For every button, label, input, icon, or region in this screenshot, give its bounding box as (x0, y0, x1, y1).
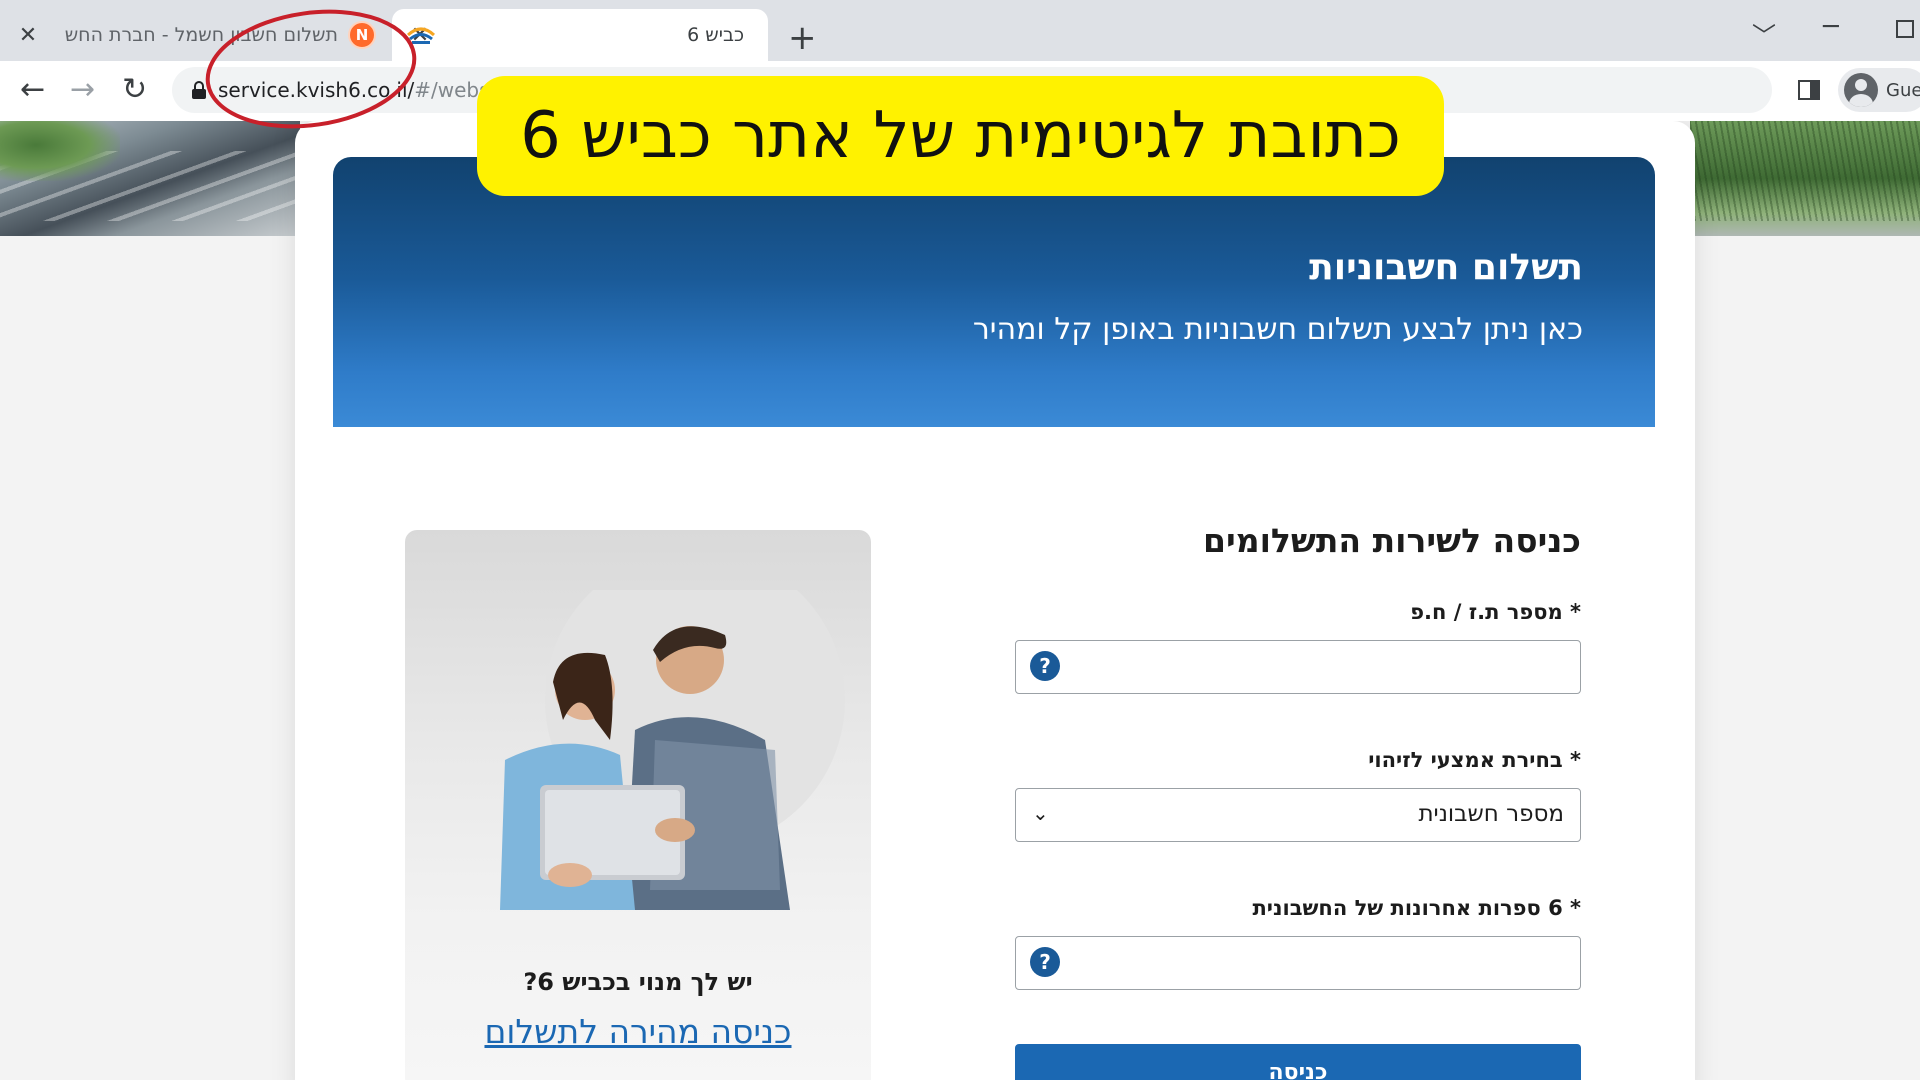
login-button[interactable]: כניסה (1015, 1044, 1581, 1080)
hero-grass-image (1690, 121, 1920, 236)
id-number-label: * מספר ת.ז / ח.פ (1410, 600, 1581, 624)
profile-label: Gue (1886, 79, 1920, 101)
select-value: מספר חשבונית (1418, 801, 1564, 827)
side-panel-icon[interactable] (1798, 80, 1820, 100)
form-title: כניסה לשירות התשלומים (1203, 521, 1581, 560)
identification-method-label: * בחירת אמצעי לזיהוי (1368, 748, 1581, 772)
page-content: תשלום חשבוניות כאן ניתן לבצע תשלום חשבונ… (0, 121, 1920, 1080)
chevron-down-icon: ⌄ (1032, 801, 1049, 825)
subscriber-promo-panel: יש לך מנוי בכביש 6? כניסה מהירה לתשלום (405, 530, 871, 1080)
reload-icon[interactable]: ↻ (122, 72, 147, 107)
help-icon[interactable]: ? (1030, 651, 1060, 681)
chevron-down-icon[interactable]: ﹀ (1752, 16, 1776, 51)
tab-title: כביש 6 (687, 24, 744, 46)
hero-highway-image (0, 121, 300, 236)
minimize-icon[interactable]: ─ (1823, 12, 1839, 42)
invoice-digits-input[interactable]: ? (1015, 936, 1581, 990)
page-title: תשלום חשבוניות (1309, 247, 1583, 288)
profile-button[interactable]: Gue (1838, 68, 1920, 112)
avatar-icon (1844, 73, 1878, 107)
main-card: תשלום חשבוניות כאן ניתן לבצע תשלום חשבונ… (295, 121, 1695, 1080)
identification-method-select[interactable]: מספר חשבונית ⌄ (1015, 788, 1581, 842)
login-form: כניסה לשירות התשלומים * מספר ת.ז / ח.פ ?… (1015, 521, 1581, 1080)
back-arrow-icon[interactable]: ← (20, 72, 45, 107)
restore-icon[interactable] (1896, 20, 1914, 38)
id-number-input[interactable]: ? (1015, 640, 1581, 694)
tab-kvish6[interactable]: כביש 6 ✕ (392, 9, 768, 61)
close-icon[interactable]: ✕ (14, 23, 42, 48)
header-banner: תשלום חשבוניות כאן ניתן לבצע תשלום חשבונ… (333, 157, 1655, 427)
red-circle-annotation (205, 9, 417, 129)
couple-with-laptop-image (500, 590, 845, 910)
help-icon[interactable]: ? (1030, 947, 1060, 977)
page-subtitle: כאן ניתן לבצע תשלום חשבוניות באופן קל ומ… (972, 312, 1583, 347)
forward-arrow-icon[interactable]: → (70, 72, 95, 107)
promo-question: יש לך מנוי בכביש 6? (523, 968, 753, 996)
new-tab-button[interactable]: + (788, 18, 817, 58)
quick-payment-link[interactable]: כניסה מהירה לתשלום (405, 1012, 871, 1051)
invoice-digits-label: * 6 ספרות אחרונות של החשבונית (1252, 896, 1581, 920)
annotation-text: כתובת לגיטימית של אתר כביש 6 (520, 99, 1401, 173)
annotation-banner: כתובת לגיטימית של אתר כביש 6 (477, 76, 1444, 196)
